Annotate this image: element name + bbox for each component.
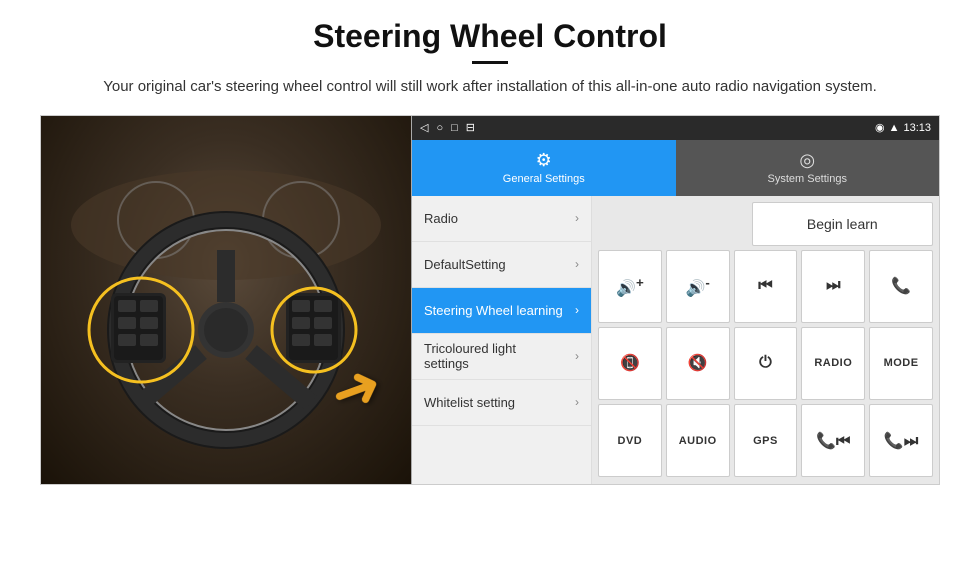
gps-button[interactable]: GPS [734, 404, 798, 477]
menu-item-radio-label: Radio [424, 211, 458, 226]
mode-label: MODE [884, 357, 919, 369]
page-title: Steering Wheel Control [40, 18, 940, 55]
nav-home-icon: ○ [436, 122, 443, 134]
chevron-icon: › [575, 349, 579, 363]
vol-down-icon: 🔊- [686, 275, 710, 298]
menu-item-radio[interactable]: Radio › [412, 196, 591, 242]
signal-icon: ▲ [889, 122, 900, 134]
audio-button[interactable]: AUDIO [666, 404, 730, 477]
phone-icon: 📞 [891, 276, 911, 296]
title-divider [472, 61, 508, 64]
begin-learn-button[interactable]: Begin learn [752, 202, 933, 246]
mode-button[interactable]: MODE [869, 327, 933, 400]
power-icon: ⏻ [759, 354, 772, 372]
tab-bar: ⚙ General Settings ◎ System Settings [412, 140, 939, 196]
nav-recent-icon: □ [451, 122, 458, 134]
main-content: ➜ ◁ ○ □ ⊟ ◉ ▲ 13:13 [40, 115, 940, 485]
begin-learn-spacer [598, 202, 748, 246]
menu-item-steering-wheel[interactable]: Steering Wheel learning › [412, 288, 591, 334]
steering-wheel-bg: ➜ [41, 116, 411, 484]
next-icon: ⏭ [826, 277, 840, 295]
hangup-button[interactable]: 📵 [598, 327, 662, 400]
controls-panel: Begin learn 🔊+ 🔊- ⏮ [592, 196, 939, 484]
phone-button[interactable]: 📞 [869, 250, 933, 323]
menu-item-whitelist[interactable]: Whitelist setting › [412, 380, 591, 426]
chevron-icon: › [575, 395, 579, 409]
phone-prev-icon: 📞⏮ [816, 431, 850, 451]
chevron-icon: › [575, 211, 579, 225]
radio-label: RADIO [814, 357, 852, 369]
globe-icon: ◎ [799, 150, 815, 171]
radio-button[interactable]: RADIO [801, 327, 865, 400]
gps-icon: ◉ [875, 121, 885, 134]
ctrl-row-3: DVD AUDIO GPS 📞⏮ 📞⏭ [598, 404, 933, 477]
settings-icon: ⚙ [536, 150, 552, 171]
menu-item-tricoloured[interactable]: Tricoloured lightsettings › [412, 334, 591, 380]
status-time: 13:13 [903, 122, 931, 134]
menu-item-tricoloured-label: Tricoloured lightsettings [424, 341, 516, 371]
page-wrapper: Steering Wheel Control Your original car… [0, 0, 980, 495]
phone-next-button[interactable]: 📞⏭ [869, 404, 933, 477]
ctrl-row-2: 📵 🔇 ⏻ RADIO MODE [598, 327, 933, 400]
dvd-button[interactable]: DVD [598, 404, 662, 477]
hangup-icon: 📵 [620, 353, 640, 373]
menu-item-steering-label: Steering Wheel learning [424, 303, 563, 318]
mute-icon: 🔇 [688, 353, 708, 373]
android-panel: ◁ ○ □ ⊟ ◉ ▲ 13:13 ⚙ General Settings [411, 116, 939, 484]
subtitle: Your original car's steering wheel contr… [40, 76, 940, 99]
menu-list: Radio › DefaultSetting › Steering Wheel … [412, 196, 592, 484]
phone-prev-button[interactable]: 📞⏮ [801, 404, 865, 477]
gps-label: GPS [753, 435, 778, 447]
next-button[interactable]: ⏭ [801, 250, 865, 323]
tab-system-settings[interactable]: ◎ System Settings [676, 140, 940, 196]
menu-item-default-setting[interactable]: DefaultSetting › [412, 242, 591, 288]
prev-icon: ⏮ [758, 277, 772, 295]
tab-system-label: System Settings [768, 173, 847, 185]
vol-up-icon: 🔊+ [616, 275, 644, 298]
mute-button[interactable]: 🔇 [666, 327, 730, 400]
chevron-icon: › [575, 303, 579, 317]
nav-back-icon: ◁ [420, 121, 428, 134]
image-panel: ➜ [41, 116, 411, 484]
menu-controls-area: Radio › DefaultSetting › Steering Wheel … [412, 196, 939, 484]
vol-down-button[interactable]: 🔊- [666, 250, 730, 323]
menu-item-default-label: DefaultSetting [424, 257, 506, 272]
ctrl-row-1: 🔊+ 🔊- ⏮ ⏭ 📞 [598, 250, 933, 323]
begin-learn-row: Begin learn [598, 202, 933, 246]
tab-general-settings[interactable]: ⚙ General Settings [412, 140, 676, 196]
nav-menu-icon: ⊟ [466, 121, 475, 134]
phone-next-icon: 📞⏭ [884, 431, 918, 451]
audio-label: AUDIO [679, 435, 717, 447]
status-bar-left: ◁ ○ □ ⊟ [420, 121, 475, 134]
prev-button[interactable]: ⏮ [734, 250, 798, 323]
menu-item-whitelist-label: Whitelist setting [424, 395, 515, 410]
vol-up-button[interactable]: 🔊+ [598, 250, 662, 323]
tab-general-label: General Settings [503, 173, 585, 185]
dvd-label: DVD [618, 435, 643, 447]
status-bar: ◁ ○ □ ⊟ ◉ ▲ 13:13 [412, 116, 939, 140]
chevron-icon: › [575, 257, 579, 271]
status-bar-right: ◉ ▲ 13:13 [875, 121, 931, 134]
power-button[interactable]: ⏻ [734, 327, 798, 400]
